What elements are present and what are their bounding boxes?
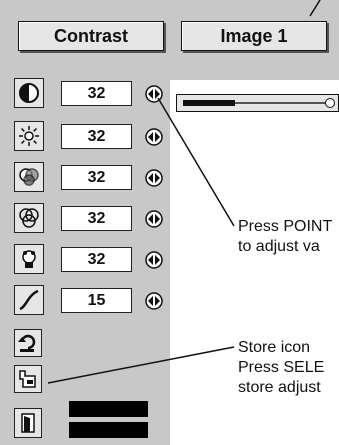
store-callout-line2: Press SELE	[238, 359, 325, 376]
contrast-value: 32	[61, 81, 132, 106]
gamma-adjust-arrows[interactable]	[143, 290, 165, 312]
store-icon[interactable]	[14, 365, 42, 393]
brightness-icon[interactable]	[14, 121, 44, 151]
brightness-value: 32	[61, 124, 132, 149]
pointer-callout-line1: Press POINT	[238, 218, 333, 235]
store-callout-line3: store adjust	[238, 379, 321, 396]
store-callout-line1: Store icon	[238, 339, 311, 356]
pointer-callout-line2: to adjust va	[238, 238, 320, 255]
white-balance-value: 32	[61, 247, 132, 272]
level-slider[interactable]	[176, 94, 339, 112]
gamma-value: 15	[61, 288, 132, 313]
contrast-adjust-arrows[interactable]	[143, 83, 165, 105]
white-balance-icon[interactable]	[14, 244, 44, 274]
color-adjust-arrows[interactable]	[143, 167, 165, 189]
color-value: 32	[61, 165, 132, 190]
image-button[interactable]: Image 1	[181, 21, 327, 51]
black-bar-lower	[69, 422, 148, 438]
quit-icon[interactable]	[14, 408, 42, 438]
black-bar-upper	[69, 401, 148, 417]
slider-knob[interactable]	[325, 98, 335, 108]
contrast-button[interactable]: Contrast	[18, 21, 164, 51]
image-button-label: Image 1	[220, 25, 288, 46]
reset-icon[interactable]	[14, 329, 42, 357]
gamma-icon[interactable]	[14, 285, 44, 315]
contrast-icon[interactable]	[14, 78, 44, 108]
contrast-button-label: Contrast	[53, 25, 128, 46]
slider-fill	[183, 100, 235, 106]
brightness-adjust-arrows[interactable]	[143, 126, 165, 148]
tint-icon[interactable]	[14, 203, 44, 233]
tint-adjust-arrows[interactable]	[143, 208, 165, 230]
white-balance-adjust-arrows[interactable]	[143, 249, 165, 271]
color-icon[interactable]	[14, 162, 44, 192]
tint-value: 32	[61, 206, 132, 231]
